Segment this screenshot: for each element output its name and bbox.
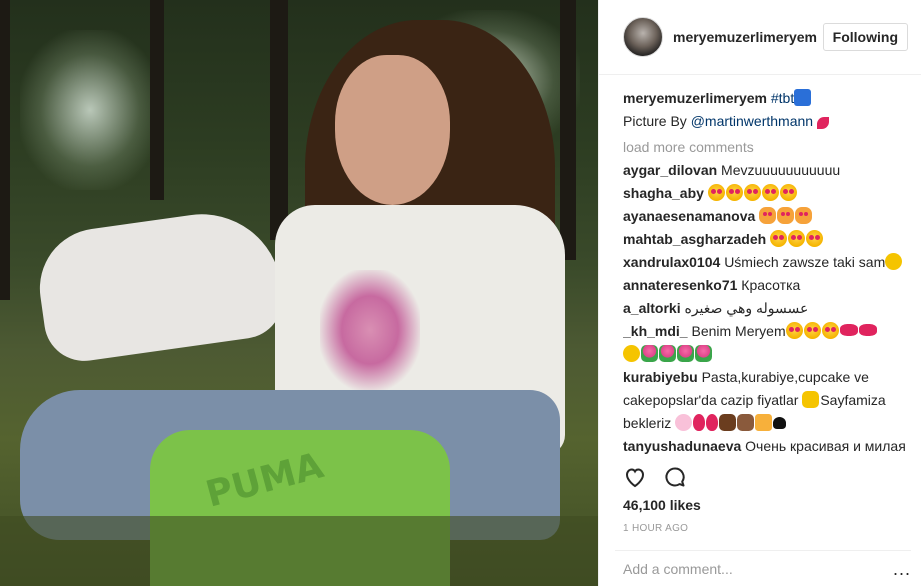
following-button[interactable]: Following bbox=[822, 23, 908, 51]
tree-trunk bbox=[150, 0, 164, 200]
flower-emoji-icon bbox=[675, 414, 693, 431]
lips-emoji-icon bbox=[858, 324, 877, 336]
cake-emoji-icon bbox=[737, 414, 755, 431]
caption-credit-prefix: Picture By bbox=[623, 113, 691, 129]
comment-item: shagha_aby bbox=[623, 182, 911, 205]
tree-trunk bbox=[0, 0, 10, 300]
maple-leaf-emoji-icon bbox=[816, 117, 829, 129]
heart-eyes-cat-emoji-icon bbox=[777, 207, 795, 224]
heart-eyes-emoji-icon bbox=[806, 230, 824, 247]
tulip-emoji-icon bbox=[677, 345, 694, 362]
gift-cake-emoji-icon bbox=[755, 414, 773, 431]
photo-girl-face bbox=[335, 55, 450, 205]
tree-trunk bbox=[560, 0, 576, 260]
caption-hashtag[interactable]: #tbt bbox=[771, 90, 794, 106]
heart-eyes-emoji-icon bbox=[788, 230, 806, 247]
photo-light-patch bbox=[20, 30, 160, 190]
comment-item: a_altorki عسسوله وهي صغيره bbox=[623, 297, 911, 320]
heart-eyes-emoji-icon bbox=[779, 184, 797, 201]
comment-item: tanyushadunaeva Очень красивая и милая д… bbox=[623, 435, 911, 457]
comment-text: عسسوله وهي صغيره bbox=[684, 300, 809, 316]
heart-eyes-emoji-icon bbox=[725, 184, 743, 201]
avatar[interactable] bbox=[623, 17, 663, 57]
smile-emoji-icon bbox=[885, 253, 903, 270]
post-username[interactable]: meryemuzerlimeryem bbox=[673, 29, 817, 45]
comment-text: Benim Meryem bbox=[691, 323, 786, 339]
heart-eyes-emoji-icon bbox=[770, 230, 788, 247]
comment-username[interactable]: a_altorki bbox=[623, 300, 681, 316]
comment-username[interactable]: xandrulax0104 bbox=[623, 254, 720, 270]
lips-emoji-icon bbox=[839, 324, 858, 336]
comment-text: Mevzuuuuuuuuuuu bbox=[721, 162, 841, 178]
post-side-panel: meryemuzerlimeryem Following meryemuzerl… bbox=[598, 0, 921, 586]
comment-item: kurabiyebu Pasta,kurabiye,cupcake ve cak… bbox=[623, 366, 911, 435]
balloon-emoji-icon bbox=[706, 414, 719, 431]
post-timestamp: 1 HOUR AGO bbox=[623, 523, 689, 534]
caption: meryemuzerlimeryem #tbt Picture By @mart… bbox=[623, 87, 911, 133]
heart-eyes-emoji-icon bbox=[785, 322, 803, 339]
comment-item: _kh_mdi_ Benim Meryem bbox=[623, 320, 911, 366]
comment-item: ayanaesenamanova bbox=[623, 205, 911, 228]
post-actions bbox=[623, 465, 687, 489]
back-arrow-emoji-icon bbox=[794, 89, 812, 106]
heart-outline-icon[interactable] bbox=[623, 465, 647, 489]
kiss-emoji-icon bbox=[623, 345, 640, 362]
comment-text: Uśmiech zawsze taki sam bbox=[724, 254, 886, 270]
comment-username[interactable]: ayanaesenamanova bbox=[623, 208, 755, 224]
comment-text: Красотка bbox=[741, 277, 801, 293]
comment-username[interactable]: kurabiyebu bbox=[623, 369, 698, 385]
heart-eyes-cat-emoji-icon bbox=[795, 207, 813, 224]
photo-shirt-print bbox=[320, 270, 420, 390]
heart-eyes-emoji-icon bbox=[743, 184, 761, 201]
comment-username[interactable]: annateresenko71 bbox=[623, 277, 737, 293]
comment-username[interactable]: tanyushadunaeva bbox=[623, 438, 741, 454]
comment-username[interactable]: _kh_mdi_ bbox=[623, 323, 688, 339]
post-photo[interactable]: PUMA bbox=[0, 0, 598, 586]
post-header: meryemuzerlimeryem Following bbox=[599, 0, 921, 75]
add-comment-input[interactable] bbox=[623, 560, 911, 577]
heart-eyes-cat-emoji-icon bbox=[759, 207, 777, 224]
heart-eyes-emoji-icon bbox=[803, 322, 821, 339]
tree-trunk bbox=[270, 0, 288, 240]
tulip-emoji-icon bbox=[659, 345, 676, 362]
comment-item: aygar_dilovan Mevzuuuuuuuuuuu bbox=[623, 159, 911, 182]
more-options-icon[interactable]: ... bbox=[893, 559, 911, 580]
comment-username[interactable]: shagha_aby bbox=[623, 185, 704, 201]
comments-list: meryemuzerlimeryem #tbt Picture By @mart… bbox=[623, 87, 911, 457]
caption-mention[interactable]: @martinwerthmann bbox=[691, 113, 813, 129]
likes-count[interactable]: 46,100 likes bbox=[623, 497, 701, 513]
load-more-comments-link[interactable]: load more comments bbox=[623, 136, 911, 159]
heart-eyes-emoji-icon bbox=[761, 184, 779, 201]
comment-item: mahtab_asgharzadeh bbox=[623, 228, 911, 251]
chocolate-emoji-icon bbox=[719, 414, 737, 431]
tulip-emoji-icon bbox=[641, 345, 658, 362]
comment-username[interactable]: mahtab_asgharzadeh bbox=[623, 231, 766, 247]
comment-username[interactable]: aygar_dilovan bbox=[623, 162, 717, 178]
balloon-emoji-icon bbox=[693, 414, 706, 431]
tulip-emoji-icon bbox=[695, 345, 712, 362]
thumbs-up-emoji-icon bbox=[802, 391, 820, 408]
heart-eyes-emoji-icon bbox=[707, 184, 725, 201]
add-comment-bar: ... bbox=[615, 550, 911, 586]
comment-item: xandrulax0104 Uśmiech zawsze taki sam bbox=[623, 251, 911, 274]
comment-item: annateresenko71 Красотка bbox=[623, 274, 911, 297]
black-heart-emoji-icon bbox=[773, 417, 787, 429]
photo-girl-legs bbox=[32, 203, 288, 367]
heart-eyes-emoji-icon bbox=[821, 322, 839, 339]
caption-username[interactable]: meryemuzerlimeryem bbox=[623, 90, 767, 106]
photo-grass bbox=[0, 516, 598, 586]
speech-bubble-icon[interactable] bbox=[663, 465, 687, 489]
